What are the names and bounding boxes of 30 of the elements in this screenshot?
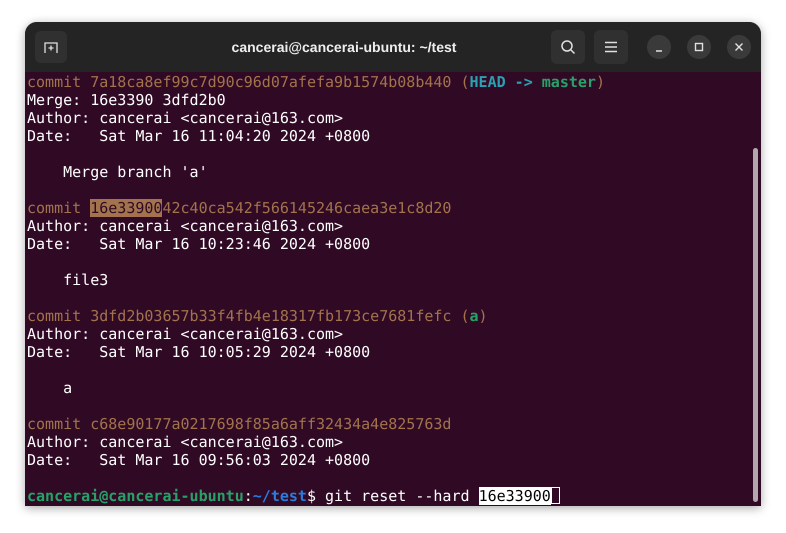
minimize-button[interactable] xyxy=(647,35,671,59)
commit-message: file3 xyxy=(62,271,108,289)
window-title: cancerai@cancerai-ubuntu: ~/test xyxy=(230,38,458,56)
commit-field: Date: Sat Mar 16 10:05:29 2024 +0800 xyxy=(27,343,370,361)
commit-field: Date: Sat Mar 16 10:23:46 2024 +0800 xyxy=(27,235,370,253)
commit-field: Author: cancerai <cancerai@163.com> xyxy=(27,217,344,235)
commit-line: commit c68e90177a0217698f85a6aff32434a4e825763d xyxy=(27,415,452,433)
new-tab-button[interactable] xyxy=(35,31,67,63)
menu-button[interactable] xyxy=(594,30,628,64)
minimize-icon xyxy=(655,50,663,52)
menu-icon xyxy=(604,41,618,53)
text-cursor xyxy=(550,487,560,504)
commit-line: commit 3dfd2b03657b33f4fb4e18317fb173ce7681fefc (a) xyxy=(27,307,488,325)
commit-field: Date: Sat Mar 16 11:04:20 2024 +0800 xyxy=(27,127,370,145)
commit-field: Author: cancerai <cancerai@163.com> xyxy=(27,109,344,127)
commit-line: commit 7a18ca8ef99c7d90c96d07afefa9b1574b08b440 (HEAD -> master) xyxy=(27,73,605,91)
search-button[interactable] xyxy=(551,30,585,64)
maximize-icon xyxy=(694,42,704,52)
commit-line: commit 16e3390042c40ca542f566145246caea3e1c8d20 xyxy=(27,199,452,217)
commit-field: Merge: 16e3390 3dfd2b0 xyxy=(27,91,226,109)
commit-message: Merge branch 'a' xyxy=(62,163,208,181)
commit-field: Author: cancerai <cancerai@163.com> xyxy=(27,325,344,343)
search-icon xyxy=(560,39,576,55)
commit-field: Author: cancerai <cancerai@163.com> xyxy=(27,433,344,451)
maximize-button[interactable] xyxy=(687,35,711,59)
commit-field: Date: Sat Mar 16 09:56:03 2024 +0800 xyxy=(27,451,370,469)
command-prompt: cancerai@cancerai-ubuntu:~/test$ git reset --hard 16e33900 xyxy=(27,487,560,505)
commit-message: a xyxy=(62,379,72,397)
close-icon xyxy=(734,42,744,52)
close-button[interactable] xyxy=(727,35,751,59)
